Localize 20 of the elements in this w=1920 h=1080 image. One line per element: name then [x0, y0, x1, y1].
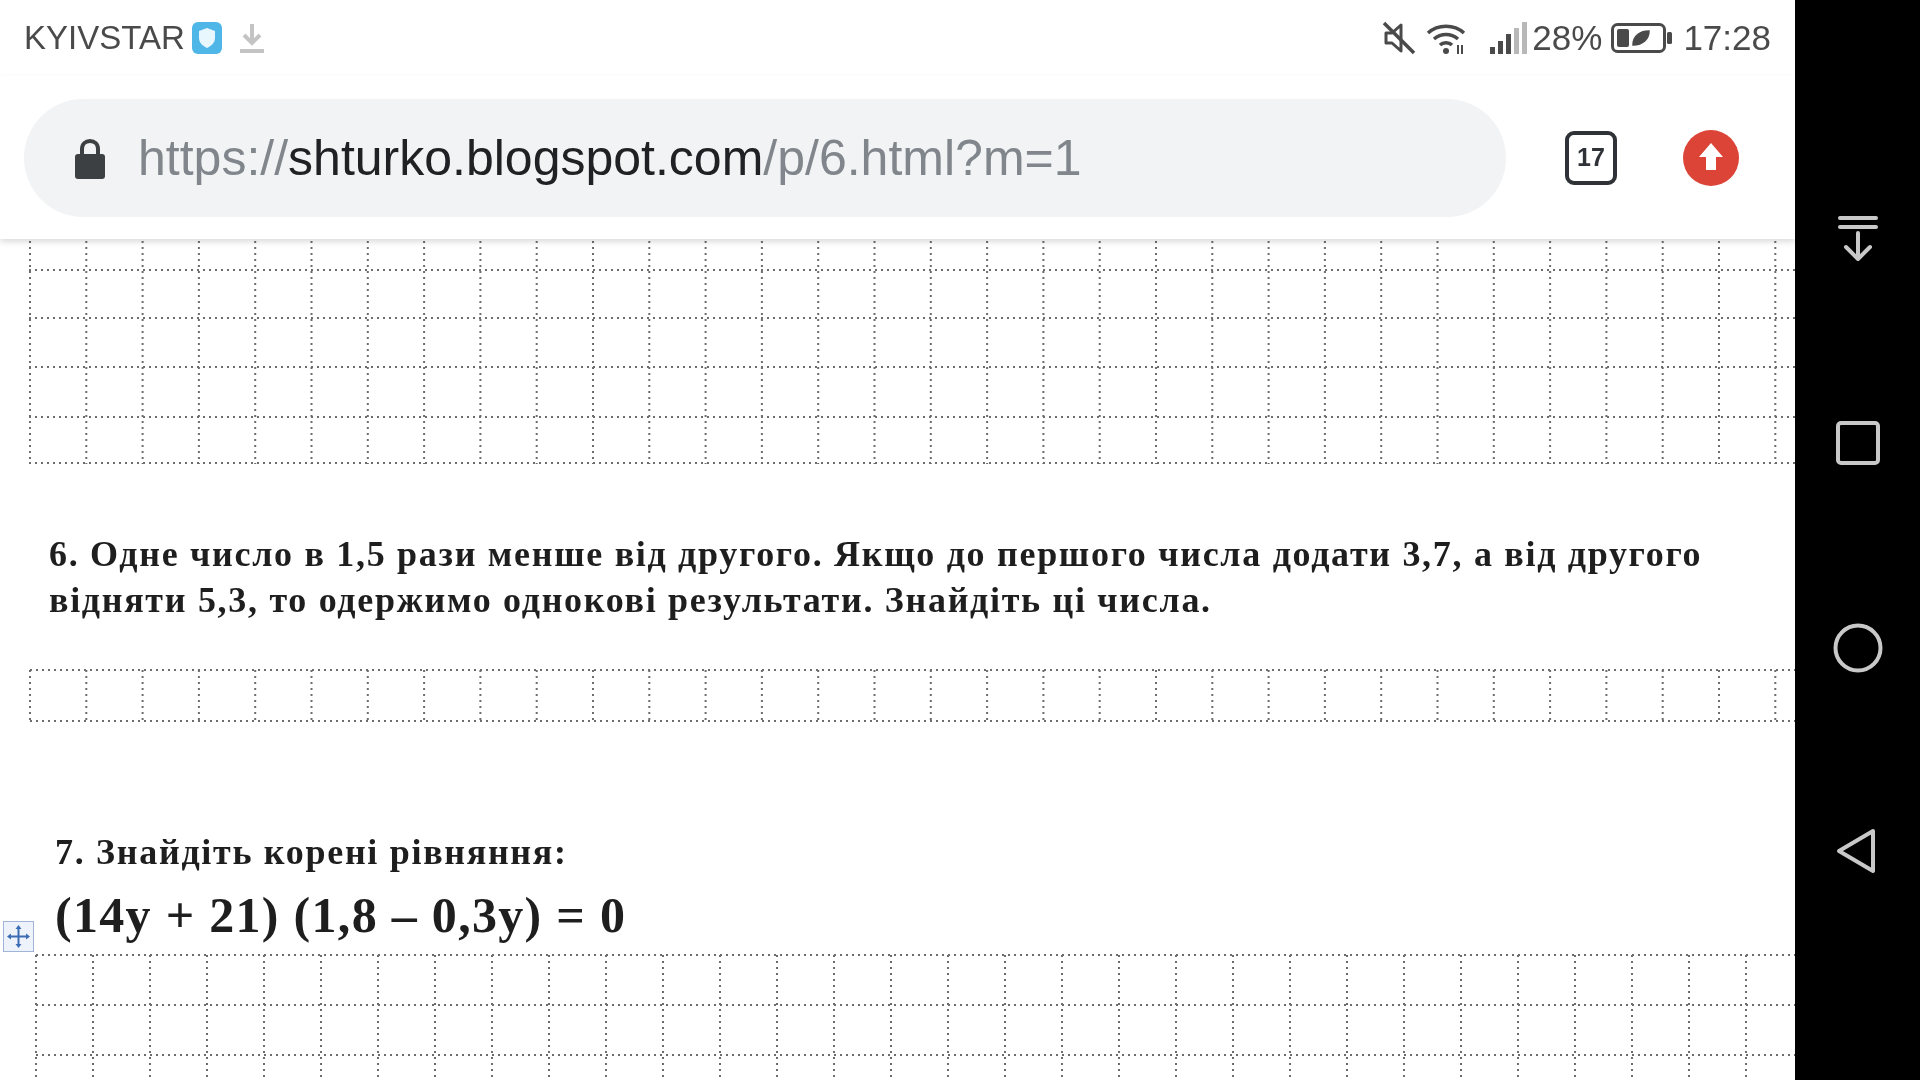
task-text: 7. Знайдіть корені рівняння: [55, 831, 568, 874]
equation-text: (14y + 21) (1,8 – 0,3y) = 0 [55, 886, 627, 945]
pull-down-icon[interactable] [1835, 215, 1880, 263]
mute-icon [1381, 20, 1418, 56]
url-text[interactable]: https://shturko.blogspot.com/p/6.html?m=1 [138, 128, 1082, 187]
back-icon[interactable] [1834, 828, 1877, 874]
lock-icon [73, 136, 107, 179]
carrier-name: KYIVSTAR [24, 19, 185, 57]
shield-icon [191, 22, 222, 54]
recent-apps-icon[interactable] [1835, 421, 1880, 465]
tab-count-button[interactable]: 17 [1565, 130, 1617, 185]
clock-time: 17:28 [1683, 18, 1771, 58]
battery-icon [1611, 23, 1674, 53]
signal-icon [1489, 22, 1528, 54]
task-text: 6. Одне число в 1,5 рази менше від другого. Якщо до першого числа додати 3,7, а від другого відняти 5,3, то одержимо однокові результати. Знайдіть ці числа. [49, 533, 1704, 622]
address-bar[interactable]: https://shturko.blogspot.com/p/6.html?m=1 [24, 98, 1506, 217]
battery-percent: 28% [1532, 18, 1603, 58]
move-icon[interactable] [3, 921, 34, 952]
arrow-up-icon[interactable] [1683, 129, 1739, 186]
home-icon[interactable] [1832, 623, 1883, 673]
